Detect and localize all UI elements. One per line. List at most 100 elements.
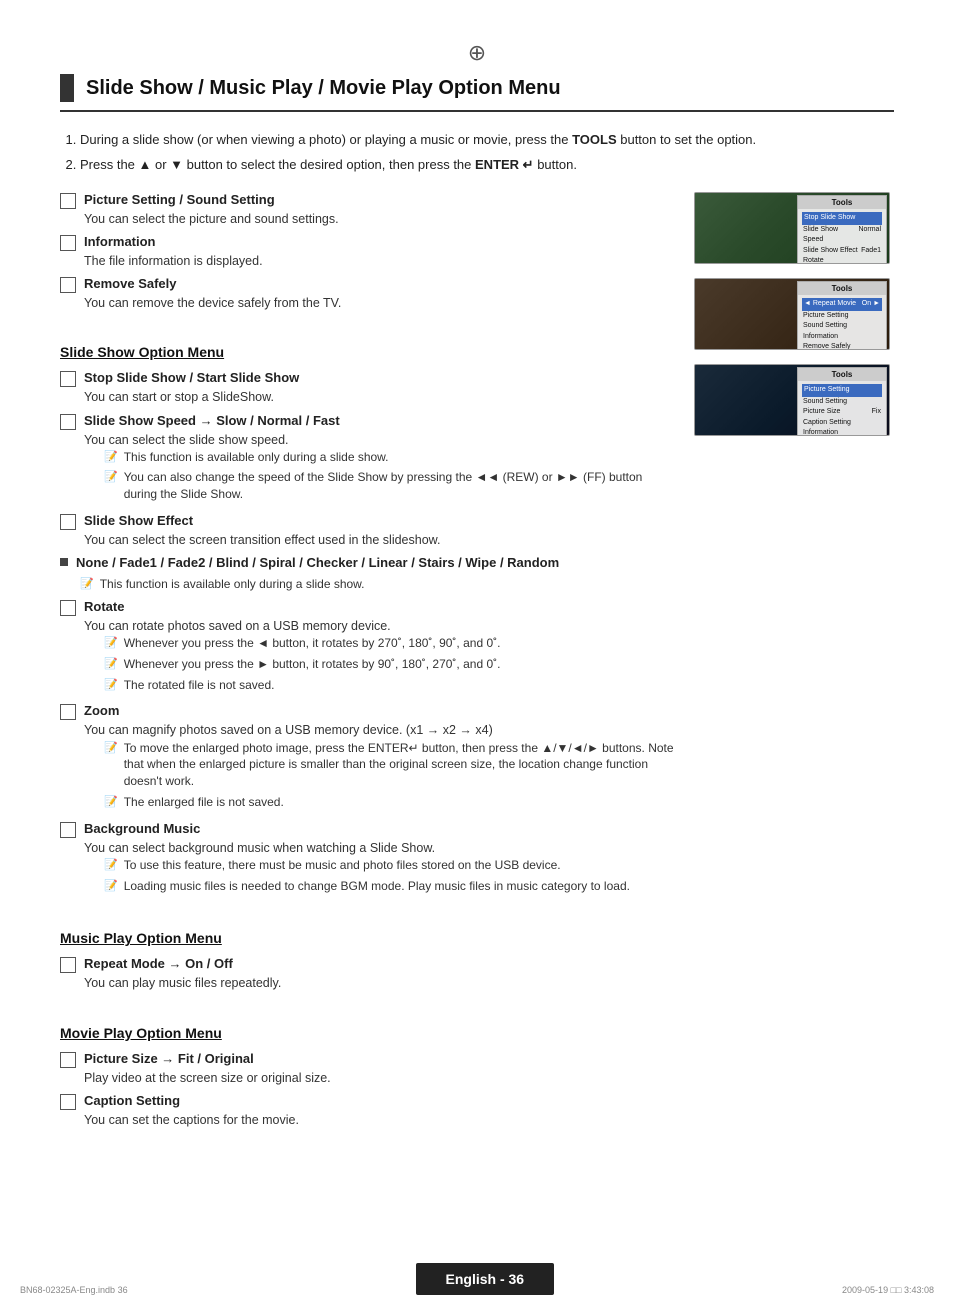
slide-speed-item: Slide Show Speed → Slow / Normal / Fast … (60, 413, 674, 508)
remove-safely-content: Remove Safely You can remove the device … (84, 276, 674, 312)
picture-size-content: Picture Size → Fit / Original Play video… (84, 1051, 674, 1087)
information-desc: The file information is displayed. (84, 252, 674, 270)
remove-safely-item: Remove Safely You can remove the device … (60, 276, 674, 312)
screenshot-2: Tools ◄ Repeat MovieOn ► Picture Setting… (694, 278, 890, 350)
step-2: Press the ▲ or ▼ button to select the de… (80, 155, 894, 175)
slide-effect-note-text: This function is available only during a… (100, 576, 365, 593)
zoom-note-2: 📝 The enlarged file is not saved. (104, 794, 674, 811)
repeat-mode-content: Repeat Mode → On / Off You can play musi… (84, 956, 674, 992)
caption-setting-content: Caption Setting You can set the captions… (84, 1093, 674, 1129)
bg-music-note-icon-2: 📝 (104, 879, 118, 892)
slide-effect-bullet: None / Fade1 / Fade2 / Blind / Spiral / … (76, 555, 674, 570)
slide-effect-content: Slide Show Effect You can select the scr… (84, 513, 674, 549)
rotate-content: Rotate You can rotate photos saved on a … (84, 599, 674, 698)
picture-setting-item: Picture Setting / Sound Setting You can … (60, 192, 674, 228)
bg-music-note-text-1: To use this feature, there must be music… (124, 857, 561, 874)
top-compass-icon: ⊕ (60, 40, 894, 66)
tools-keyword: TOOLS (572, 132, 617, 147)
note-icon-1: 📝 (104, 450, 118, 463)
tools-information-2: Information (802, 332, 882, 343)
screenshot-1-image: Tools Stop Slide Show Slide Show SpeedNo… (695, 193, 889, 263)
compass-symbol: ⊕ (468, 40, 486, 65)
content-layout: Picture Setting / Sound Setting You can … (60, 192, 894, 1135)
tools-information-3: Information (802, 428, 882, 436)
rotate-note-icon-1: 📝 (104, 636, 118, 649)
zoom-content: Zoom You can magnify photos saved on a U… (84, 703, 674, 814)
slide-speed-label: Slide Show Speed → Slow / Normal / Fast (84, 413, 674, 428)
bg-music-desc: You can select background music when wat… (84, 839, 674, 857)
rotate-note-1: 📝 Whenever you press the ◄ button, it ro… (104, 635, 674, 652)
page-title: Slide Show / Music Play / Movie Play Opt… (86, 77, 561, 100)
tools-title-1: Tools (798, 196, 886, 209)
tools-picture-setting-2: Picture Setting (802, 311, 882, 322)
repeat-mode-item: Repeat Mode → On / Off You can play musi… (60, 956, 674, 992)
tools-overlay-1: Tools Stop Slide Show Slide Show SpeedNo… (797, 195, 887, 264)
tools-remove-safely: Remove Safely (802, 342, 882, 350)
zoom-note-icon-1: 📝 (104, 741, 118, 754)
bg-music-item: Background Music You can select backgrou… (60, 821, 674, 899)
slide-effect-note: 📝 This function is available only during… (80, 576, 674, 593)
footer-left: BN68-02325A-Eng.indb 36 (20, 1285, 128, 1295)
stop-slide-item: Stop Slide Show / Start Slide Show You c… (60, 370, 674, 406)
information-content: Information The file information is disp… (84, 234, 674, 270)
english-badge: English - 36 (416, 1263, 555, 1295)
checkbox-repeat-mode (60, 957, 76, 973)
right-screenshots: Tools Stop Slide Show Slide Show SpeedNo… (694, 192, 894, 1135)
tools-title-2: Tools (798, 282, 886, 295)
zoom-desc: You can magnify photos saved on a USB me… (84, 721, 674, 739)
note-icon-2: 📝 (104, 470, 118, 483)
checkbox-remove-safely (60, 277, 76, 293)
slide-effect-item: Slide Show Effect You can select the scr… (60, 513, 674, 549)
information-item: Information The file information is disp… (60, 234, 674, 270)
checkbox-information (60, 235, 76, 251)
music-play-header: Music Play Option Menu (60, 930, 674, 946)
picture-setting-label: Picture Setting / Sound Setting (84, 192, 674, 207)
tools-sound-setting-3: Sound Setting (802, 397, 882, 408)
checkbox-slide-effect (60, 514, 76, 530)
screenshot-3-image: Tools Picture Setting Sound Setting Pict… (695, 365, 889, 435)
tools-repeat-movie: ◄ Repeat MovieOn ► (802, 298, 882, 311)
slide-effect-desc: You can select the screen transition eff… (84, 531, 674, 549)
enter-keyword: ENTER ↵ (475, 157, 534, 172)
bg-music-note-1: 📝 To use this feature, there must be mus… (104, 857, 674, 874)
screenshot-1: Tools Stop Slide Show Slide Show SpeedNo… (694, 192, 890, 264)
bg-music-note-2: 📝 Loading music files is needed to chang… (104, 878, 674, 895)
slide-effect-bullet-item: None / Fade1 / Fade2 / Blind / Spiral / … (60, 555, 674, 570)
checkbox-picture-setting (60, 193, 76, 209)
picture-setting-content: Picture Setting / Sound Setting You can … (84, 192, 674, 228)
bg-music-note-icon-1: 📝 (104, 858, 118, 871)
bg-music-content: Background Music You can select backgrou… (84, 821, 674, 899)
tools-slide-effect: Slide Show EffectFade1 (802, 246, 882, 257)
tools-overlay-3: Tools Picture Setting Sound Setting Pict… (797, 367, 887, 436)
picture-size-label: Picture Size → Fit / Original (84, 1051, 674, 1066)
slide-speed-note-text-2: You can also change the speed of the Sli… (124, 469, 674, 503)
footer-center: English - 36 (416, 1263, 555, 1295)
square-bullet-icon (60, 558, 68, 566)
slide-effect-label: Slide Show Effect (84, 513, 674, 528)
stop-slide-desc: You can start or stop a SlideShow. (84, 388, 674, 406)
rotate-note-icon-3: 📝 (104, 678, 118, 691)
rotate-note-text-2: Whenever you press the ► button, it rota… (124, 656, 501, 673)
picture-size-item: Picture Size → Fit / Original Play video… (60, 1051, 674, 1087)
checkbox-slide-speed (60, 414, 76, 430)
zoom-note-icon-2: 📝 (104, 795, 118, 808)
zoom-label: Zoom (84, 703, 674, 718)
slide-speed-note-1: 📝 This function is available only during… (104, 449, 674, 466)
caption-setting-label: Caption Setting (84, 1093, 674, 1108)
checkbox-stop-slide (60, 371, 76, 387)
tools-sound-setting-2: Sound Setting (802, 321, 882, 332)
stop-slide-content: Stop Slide Show / Start Slide Show You c… (84, 370, 674, 406)
slide-speed-note-2: 📝 You can also change the speed of the S… (104, 469, 674, 503)
rotate-note-icon-2: 📝 (104, 657, 118, 670)
tools-picture-size: Picture SizeFix (802, 407, 882, 418)
rotate-note-text-3: The rotated file is not saved. (124, 677, 275, 694)
title-bar: Slide Show / Music Play / Movie Play Opt… (60, 74, 894, 112)
tools-overlay-2: Tools ◄ Repeat MovieOn ► Picture Setting… (797, 281, 887, 350)
slide-speed-note-text-1: This function is available only during a… (124, 449, 389, 466)
checkbox-bg-music (60, 822, 76, 838)
rotate-desc: You can rotate photos saved on a USB mem… (84, 617, 674, 635)
stop-slide-label: Stop Slide Show / Start Slide Show (84, 370, 674, 385)
intro-steps: During a slide show (or when viewing a p… (60, 130, 894, 174)
title-accent (60, 74, 74, 102)
information-label: Information (84, 234, 674, 249)
